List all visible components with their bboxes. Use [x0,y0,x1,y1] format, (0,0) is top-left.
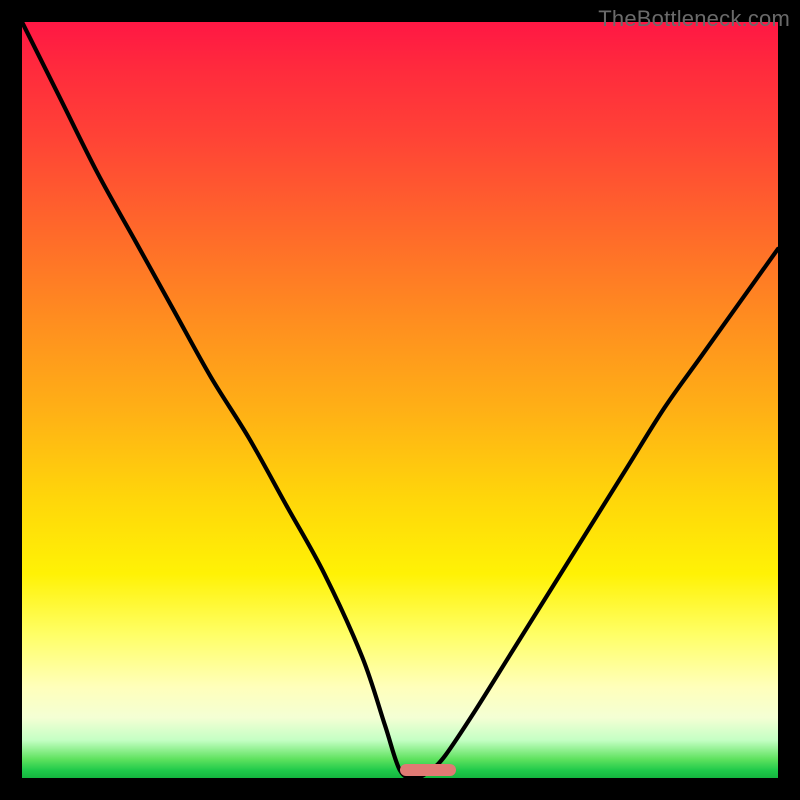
optimal-range-marker [400,764,456,776]
bottleneck-curve [22,22,778,778]
watermark-text: TheBottleneck.com [598,6,790,32]
plot-area [22,22,778,778]
chart-stage: TheBottleneck.com [0,0,800,800]
